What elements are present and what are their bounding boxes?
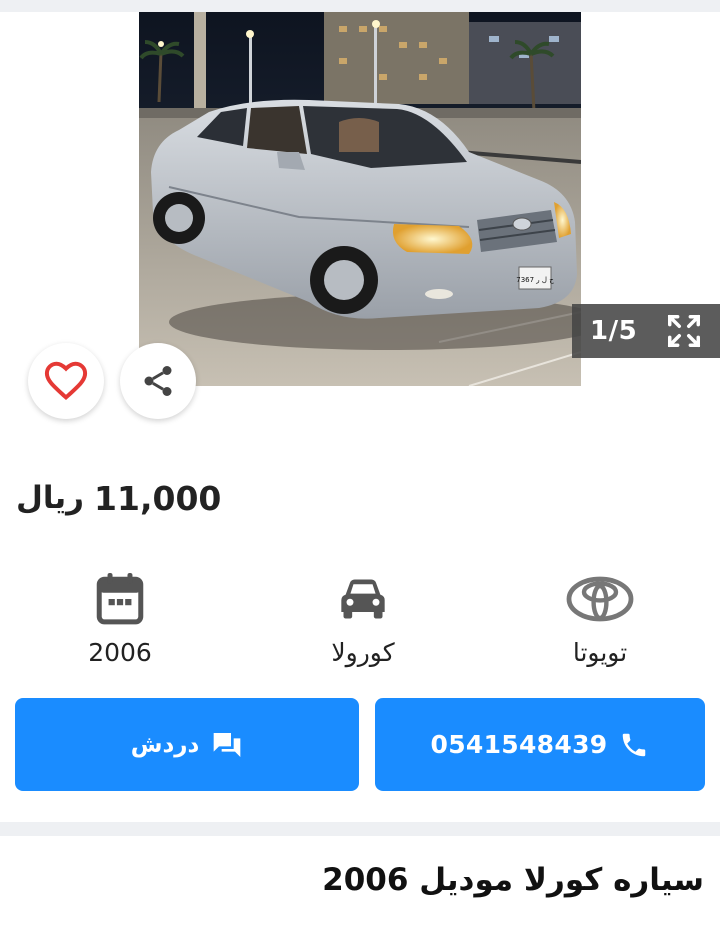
chat-icon bbox=[213, 732, 241, 757]
spec-make-value: تويوتا bbox=[572, 638, 628, 667]
share-icon bbox=[144, 366, 172, 396]
spec-year-value: 2006 bbox=[88, 638, 152, 667]
photo-count: 1/5 bbox=[590, 316, 638, 346]
car-icon bbox=[341, 579, 385, 619]
car-photo[interactable]: ح ل ر 7367 bbox=[139, 12, 581, 386]
listing-title: سياره كورلا موديل 2006 bbox=[322, 862, 704, 898]
call-button[interactable]: 0541548439 bbox=[375, 698, 705, 791]
heart-icon bbox=[44, 361, 88, 401]
price: ريال 11,000 bbox=[16, 470, 221, 526]
chat-button-label: دردش bbox=[130, 731, 200, 758]
section-separator bbox=[0, 822, 720, 836]
favorite-button[interactable] bbox=[28, 343, 104, 419]
fullscreen-icon bbox=[668, 315, 700, 347]
toyota-logo-icon bbox=[566, 576, 634, 622]
phone-number: 0541548439 bbox=[430, 730, 608, 759]
share-button[interactable] bbox=[120, 343, 196, 419]
next-photo-button[interactable] bbox=[638, 160, 678, 200]
svg-text:ح ل ر 7367: ح ل ر 7367 bbox=[516, 276, 554, 284]
price-amount: 11,000 bbox=[94, 478, 222, 518]
phone-icon bbox=[623, 733, 646, 756]
spec-make: تويوتا bbox=[520, 568, 680, 667]
chevron-right-icon bbox=[652, 169, 666, 191]
top-strip bbox=[0, 0, 720, 12]
price-currency: ريال bbox=[16, 480, 85, 516]
spec-model-value: كورولا bbox=[331, 638, 395, 667]
chat-button[interactable]: دردش bbox=[15, 698, 359, 791]
spec-year: 2006 bbox=[40, 568, 200, 667]
calendar-icon bbox=[96, 573, 144, 625]
chevron-left-icon bbox=[52, 169, 66, 191]
fullscreen-button[interactable] bbox=[664, 311, 704, 351]
photo-counter: 1/5 bbox=[572, 304, 720, 358]
spec-model: كورولا bbox=[283, 568, 443, 667]
prev-photo-button[interactable] bbox=[40, 160, 80, 200]
